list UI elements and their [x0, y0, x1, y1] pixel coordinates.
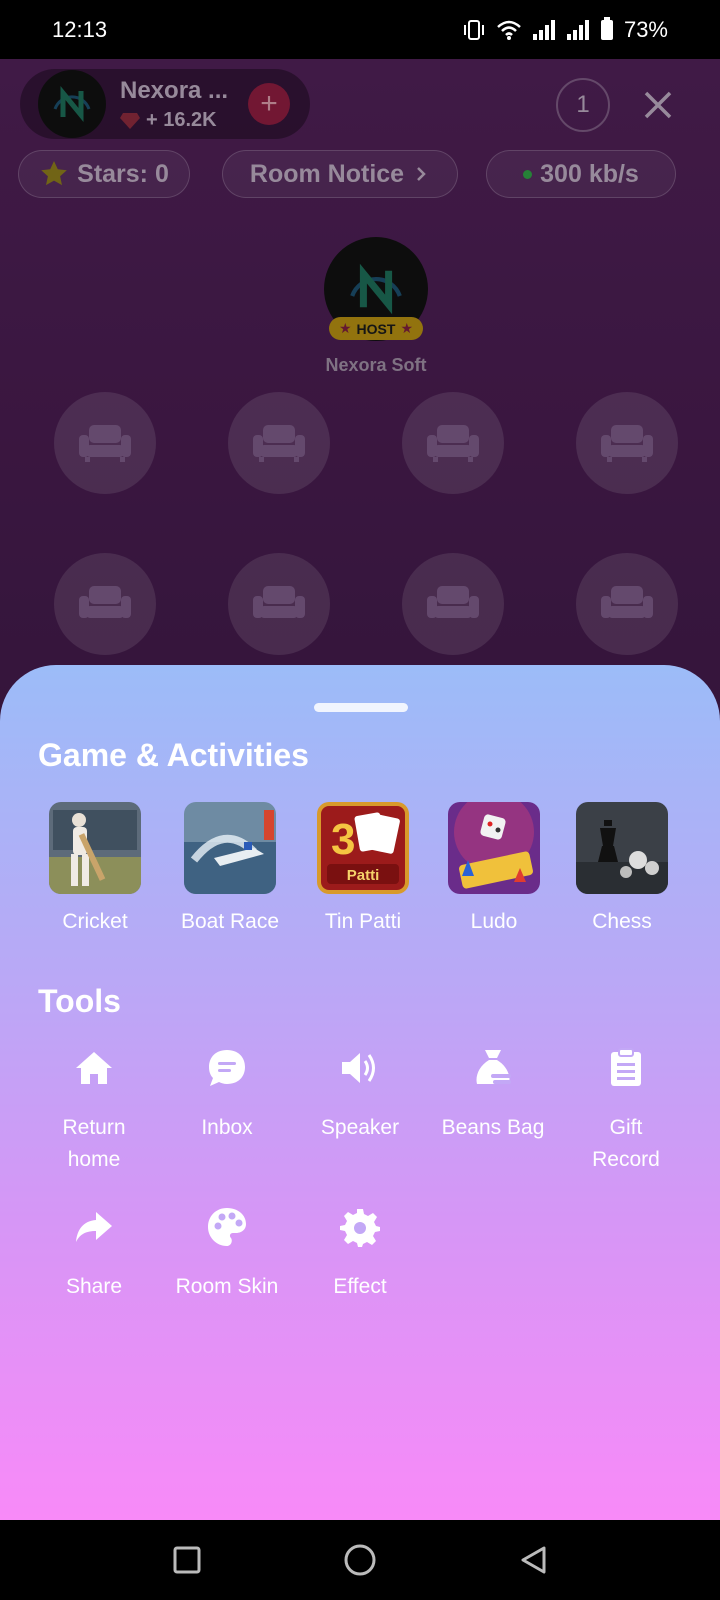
activities-bottom-sheet: Game & Activities Cricket Boat Race 3 Pa…	[0, 665, 720, 1520]
palette-icon	[208, 1208, 246, 1246]
circle-icon	[344, 1544, 376, 1576]
tool-beans-bag[interactable]: Beans Bag	[428, 1046, 558, 1144]
tool-share[interactable]: Share	[29, 1205, 159, 1303]
games-section-title: Game & Activities	[38, 737, 309, 773]
square-icon	[173, 1546, 201, 1574]
game-tin-patti[interactable]: 3 Patti Tin Patti	[298, 802, 428, 934]
recents-button[interactable]	[165, 1538, 209, 1582]
game-ludo[interactable]: Ludo	[429, 802, 559, 934]
tool-effect[interactable]: Effect	[295, 1205, 425, 1303]
gear-icon	[340, 1209, 380, 1247]
share-arrow-icon	[76, 1212, 112, 1242]
tin-patti-thumbnail: 3 Patti	[317, 802, 409, 894]
game-boat-race[interactable]: Boat Race	[165, 802, 295, 934]
back-button[interactable]	[511, 1538, 555, 1582]
tool-inbox[interactable]: Inbox	[162, 1046, 292, 1144]
ludo-thumbnail	[448, 802, 540, 894]
game-cricket[interactable]: Cricket	[30, 802, 160, 934]
game-label: Chess	[592, 910, 652, 933]
tool-label: Beans Bag	[441, 1116, 545, 1139]
clock: 12:13	[52, 16, 108, 42]
battery-percent: 73%	[623, 16, 668, 42]
tool-label: Inbox	[201, 1116, 253, 1139]
signal-icon-2	[566, 19, 590, 41]
game-label: Cricket	[62, 910, 128, 933]
tool-room-skin[interactable]: Room Skin	[162, 1205, 292, 1303]
tool-label: Share	[65, 1275, 123, 1298]
tool-gift-record[interactable]: Gift Record	[561, 1046, 691, 1176]
boat-race-thumbnail	[184, 802, 276, 894]
battery-icon	[600, 16, 614, 41]
triangle-back-icon	[521, 1546, 546, 1574]
game-label: Tin Patti	[324, 910, 402, 933]
wifi-icon	[496, 19, 522, 41]
signal-icon	[532, 19, 556, 41]
tool-label: Speaker	[320, 1116, 400, 1139]
svg-text:3: 3	[331, 815, 355, 864]
game-label: Ludo	[470, 910, 518, 933]
chess-thumbnail	[576, 802, 668, 894]
tool-label: Room Skin	[175, 1275, 279, 1298]
speaker-icon	[342, 1053, 375, 1083]
status-bar: 12:13 73%	[0, 0, 720, 59]
home-button[interactable]	[338, 1538, 382, 1582]
game-chess[interactable]: Chess	[557, 802, 687, 934]
bag-icon	[476, 1050, 511, 1084]
home-icon	[76, 1052, 112, 1084]
tool-label: Return home	[62, 1116, 126, 1171]
tool-speaker[interactable]: Speaker	[295, 1046, 425, 1144]
game-label: Boat Race	[180, 910, 280, 933]
sheet-drag-handle[interactable]	[314, 703, 408, 712]
status-icons: 73%	[462, 16, 668, 43]
vibrate-icon	[462, 19, 486, 41]
tool-return-home[interactable]: Return home	[29, 1046, 159, 1176]
tin-patti-thumb-text: Patti	[347, 867, 380, 884]
chat-bubble-icon	[209, 1050, 245, 1086]
tool-label: Effect	[333, 1275, 387, 1298]
system-nav-bar	[0, 1520, 720, 1600]
tools-section-title: Tools	[38, 983, 121, 1019]
clipboard-icon	[611, 1048, 641, 1086]
tool-label: Gift Record	[592, 1116, 660, 1171]
cricket-thumbnail	[49, 802, 141, 894]
